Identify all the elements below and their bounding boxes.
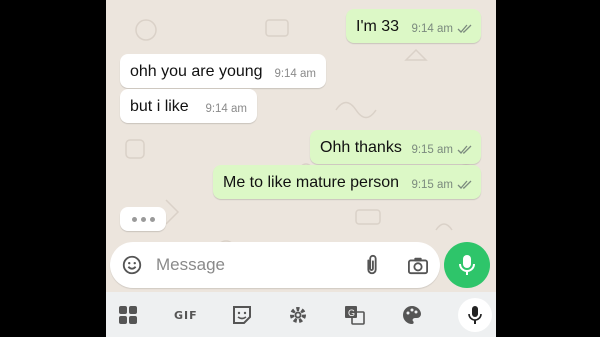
message-text: Ohh thanks bbox=[320, 139, 402, 156]
message-text: ohh you are young bbox=[130, 63, 263, 80]
message-text: I'm 33 bbox=[356, 18, 400, 35]
read-receipt-icon bbox=[457, 145, 472, 154]
message-bubble-incoming[interactable]: but i like 9:14 am bbox=[120, 89, 257, 123]
message-meta: 9:15 am bbox=[411, 179, 473, 191]
read-receipt-icon bbox=[457, 24, 472, 33]
apps-grid-icon[interactable] bbox=[118, 304, 138, 326]
emoji-icon[interactable] bbox=[120, 253, 144, 277]
message-bubble-incoming[interactable]: ohh you are young 9:14 am bbox=[120, 54, 326, 88]
chat-screen: I'm 33 9:14 am ohh you are young 9:14 am… bbox=[106, 0, 496, 337]
read-receipt-icon bbox=[457, 180, 472, 189]
message-meta: 9:14 am bbox=[411, 23, 473, 35]
settings-gear-icon[interactable] bbox=[288, 304, 308, 326]
message-time: 9:14 am bbox=[205, 103, 247, 115]
message-input[interactable]: Message bbox=[156, 255, 225, 275]
voice-message-button[interactable] bbox=[444, 242, 490, 288]
message-bubble-outgoing[interactable]: I'm 33 9:14 am bbox=[346, 9, 481, 43]
svg-text:G: G bbox=[348, 308, 355, 318]
voice-input-icon[interactable] bbox=[458, 298, 492, 332]
translate-icon[interactable]: G bbox=[344, 304, 366, 326]
message-time: 9:15 am bbox=[411, 179, 453, 191]
attach-icon[interactable] bbox=[360, 253, 384, 277]
message-composer[interactable]: Message bbox=[110, 242, 440, 288]
camera-icon[interactable] bbox=[406, 253, 430, 277]
message-text: but i like bbox=[130, 98, 189, 115]
keyboard-toolbar: GIF G bbox=[106, 292, 496, 337]
sticker-icon[interactable] bbox=[232, 304, 252, 326]
palette-icon[interactable] bbox=[402, 304, 422, 326]
message-meta: 9:15 am bbox=[411, 144, 473, 156]
mic-icon bbox=[459, 255, 475, 275]
message-text: Me to like mature person bbox=[223, 174, 400, 191]
message-bubble-outgoing[interactable]: Ohh thanks 9:15 am bbox=[310, 130, 481, 164]
typing-indicator bbox=[120, 207, 166, 231]
message-bubble-outgoing[interactable]: Me to like mature person 9:15 am bbox=[213, 165, 481, 199]
message-time: 9:15 am bbox=[411, 144, 453, 156]
message-time: 9:14 am bbox=[274, 68, 316, 80]
gif-icon[interactable]: GIF bbox=[174, 304, 198, 326]
message-time: 9:14 am bbox=[411, 23, 453, 35]
